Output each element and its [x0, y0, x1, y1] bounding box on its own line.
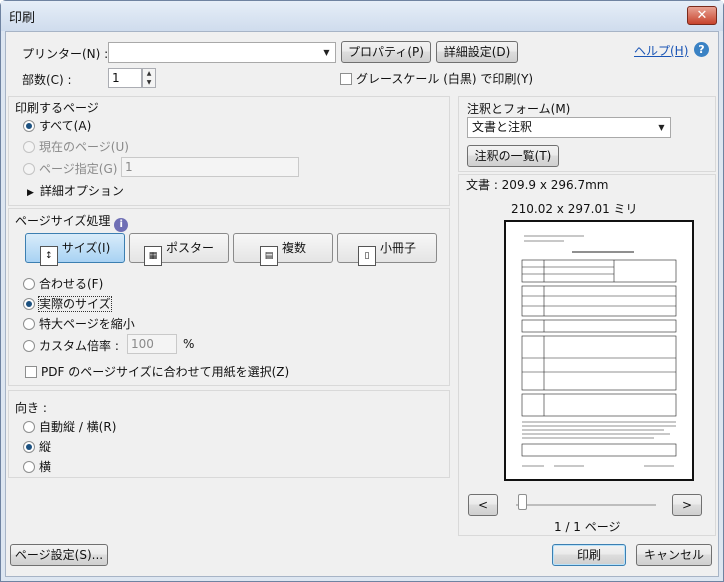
- radio-auto[interactable]: [23, 421, 35, 433]
- radio-actual-size[interactable]: [23, 298, 35, 310]
- shrink-option[interactable]: 特大ページを縮小: [23, 315, 135, 332]
- copies-input[interactable]: 1: [108, 68, 142, 88]
- help-link[interactable]: ヘルプ(H): [634, 42, 688, 59]
- pages-current-option[interactable]: 現在のページ(U): [23, 138, 129, 155]
- pages-all-option[interactable]: すべて(A): [23, 117, 91, 134]
- pages-to-print-panel: 印刷するページ すべて(A) 現在のページ(U) ページ指定(G) 1 ▶ 詳細オ…: [8, 96, 450, 206]
- more-options-toggle[interactable]: ▶ 詳細オプション: [27, 182, 124, 199]
- shrink-label: 特大ページを縮小: [39, 317, 135, 331]
- grayscale-checkbox[interactable]: [340, 73, 352, 85]
- print-dialog: 印刷 ✕ プリンター(N) : ▼ プロパティ(P) 詳細設定(D) ヘルプ(H…: [0, 0, 724, 582]
- close-button[interactable]: ✕: [687, 6, 717, 25]
- orientation-heading: 向き :: [15, 401, 47, 415]
- dialog-body: プリンター(N) : ▼ プロパティ(P) 詳細設定(D) ヘルプ(H) ? 部…: [5, 31, 719, 577]
- booklet-icon: ▯: [357, 246, 376, 266]
- custom-scale-label: カスタム倍率 :: [39, 339, 119, 353]
- custom-scale-option[interactable]: カスタム倍率 :: [23, 337, 119, 354]
- multiple-icon: ▤: [259, 246, 278, 266]
- choose-paper-label: PDF のページサイズに合わせて用紙を選択(Z): [41, 365, 290, 379]
- radio-landscape[interactable]: [23, 461, 35, 473]
- previous-page-button[interactable]: <: [468, 494, 498, 516]
- page-sizing-panel: ページサイズ処理 i ↕サイズ(I) ▦ポスター ▤複数 ▯小冊子 合わせる(F…: [8, 208, 450, 386]
- radio-custom-scale[interactable]: [23, 340, 35, 352]
- size-button[interactable]: ↕サイズ(I): [25, 233, 125, 266]
- landscape-option[interactable]: 横: [23, 458, 51, 475]
- multiple-button[interactable]: ▤複数: [233, 233, 333, 266]
- copies-stepper[interactable]: ▲ ▼: [142, 68, 156, 88]
- auto-orientation-option[interactable]: 自動縦 / 横(R): [23, 418, 116, 435]
- radio-portrait[interactable]: [23, 441, 35, 453]
- comments-forms-panel: 注釈とフォーム(M) 文書と注釈 ▼ 注釈の一覧(T): [458, 96, 716, 172]
- more-options-label: 詳細オプション: [39, 184, 124, 198]
- copies-label: 部数(C) :: [22, 73, 72, 87]
- page-info: 1 / 1 ページ: [554, 520, 621, 534]
- fit-option[interactable]: 合わせる(F): [23, 275, 103, 292]
- advanced-button[interactable]: 詳細設定(D): [436, 41, 518, 63]
- portrait-label: 縦: [39, 440, 52, 454]
- poster-button-label: ポスター: [165, 241, 214, 255]
- auto-label: 自動縦 / 横(R): [39, 420, 117, 434]
- radio-all[interactable]: [23, 120, 35, 132]
- print-button[interactable]: 印刷: [552, 544, 626, 566]
- booklet-button[interactable]: ▯小冊子: [337, 233, 437, 266]
- stepper-down-icon[interactable]: ▼: [143, 78, 155, 87]
- properties-button[interactable]: プロパティ(P): [341, 41, 431, 63]
- paper-size: 210.02 x 297.01 ミリ: [511, 202, 638, 216]
- pages-current-label: 現在のページ(U): [39, 140, 129, 154]
- size-icon: ↕: [39, 246, 58, 266]
- pages-range-label: ページ指定(G): [39, 162, 118, 176]
- page-range-input[interactable]: 1: [121, 157, 299, 177]
- comments-summary-button[interactable]: 注釈の一覧(T): [467, 145, 559, 167]
- document-size: 文書 : 209.9 x 296.7mm: [466, 178, 609, 192]
- triangle-right-icon: ▶: [27, 188, 34, 198]
- grayscale-option[interactable]: グレースケール (白黒) で印刷(Y): [340, 70, 533, 87]
- page-preview: [504, 220, 694, 481]
- printer-select[interactable]: ▼: [108, 42, 336, 63]
- portrait-option[interactable]: 縦: [23, 438, 51, 455]
- size-button-label: サイズ(I): [61, 241, 111, 255]
- printer-label: プリンター(N) :: [22, 47, 109, 61]
- comments-heading: 注釈とフォーム(M): [467, 102, 571, 116]
- comments-select-value: 文書と注釈: [472, 120, 533, 134]
- info-icon[interactable]: i: [114, 218, 129, 232]
- page-setup-button[interactable]: ページ設定(S)...: [10, 544, 108, 566]
- document-thumbnail: [521, 235, 677, 467]
- poster-button[interactable]: ▦ポスター: [129, 233, 229, 266]
- cancel-button[interactable]: キャンセル: [636, 544, 712, 566]
- custom-scale-input[interactable]: 100: [127, 334, 177, 354]
- pages-range-option[interactable]: ページ指定(G): [23, 160, 117, 177]
- page-sizing-heading: ページサイズ処理 i: [15, 212, 129, 232]
- booklet-button-label: 小冊子: [379, 241, 416, 255]
- radio-current[interactable]: [23, 141, 35, 153]
- actual-size-label: 実際のサイズ: [38, 296, 112, 312]
- page-slider-thumb[interactable]: [518, 494, 527, 510]
- comments-select[interactable]: 文書と注釈 ▼: [467, 117, 671, 138]
- radio-range[interactable]: [23, 163, 35, 175]
- choose-paper-checkbox[interactable]: [25, 366, 37, 378]
- pages-all-label: すべて(A): [39, 119, 92, 133]
- pages-heading: 印刷するページ: [15, 101, 99, 115]
- percent-label: %: [183, 337, 195, 351]
- poster-icon: ▦: [143, 246, 162, 266]
- page-slider-track[interactable]: [516, 504, 656, 506]
- next-page-button[interactable]: >: [672, 494, 702, 516]
- landscape-label: 横: [39, 460, 52, 474]
- grayscale-label: グレースケール (白黒) で印刷(Y): [356, 72, 534, 86]
- page-sizing-title: ページサイズ処理: [15, 214, 111, 228]
- window-title: 印刷: [9, 11, 36, 26]
- choose-paper-option[interactable]: PDF のページサイズに合わせて用紙を選択(Z): [25, 363, 289, 380]
- stepper-up-icon[interactable]: ▲: [143, 69, 155, 78]
- fit-label: 合わせる(F): [39, 277, 104, 291]
- actual-size-option[interactable]: 実際のサイズ: [23, 295, 112, 312]
- radio-fit[interactable]: [23, 278, 35, 290]
- chevron-down-icon: ▼: [658, 123, 665, 132]
- radio-shrink[interactable]: [23, 318, 35, 330]
- title-bar: 印刷 ✕: [1, 1, 723, 31]
- help-icon[interactable]: ?: [694, 42, 709, 57]
- chevron-down-icon: ▼: [323, 48, 330, 57]
- multiple-button-label: 複数: [281, 241, 306, 255]
- orientation-panel: 向き : 自動縦 / 横(R) 縦 横: [8, 390, 450, 478]
